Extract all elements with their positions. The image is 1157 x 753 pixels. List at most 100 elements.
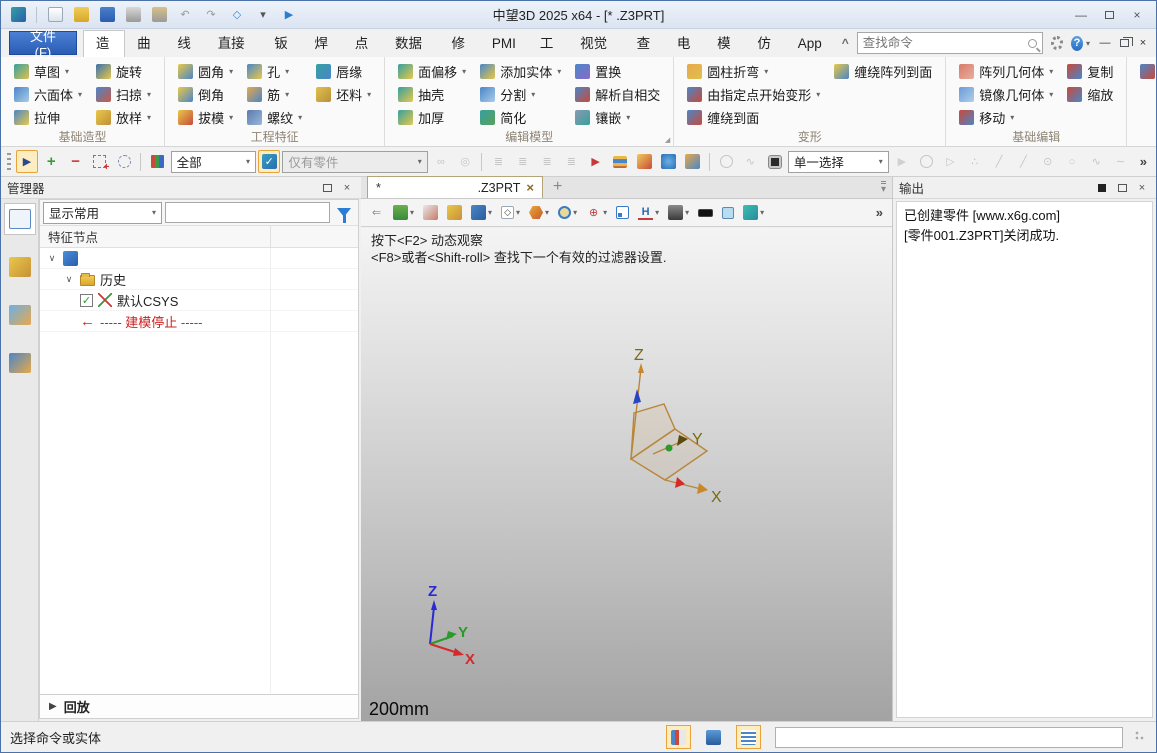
ribbon-button-face-offset[interactable]: 面偏移▾ <box>393 60 471 83</box>
monitor-display-icon[interactable]: ▾ <box>665 201 692 225</box>
monitor-icon[interactable] <box>701 725 726 749</box>
redo-icon[interactable]: ↷ <box>200 5 222 25</box>
entity-filter-combo[interactable]: 全部▾ <box>171 151 256 173</box>
popup-toolbar-icon[interactable] <box>666 725 691 749</box>
color-filter-icon[interactable] <box>146 150 168 173</box>
ribbon-button-wrap-to-face[interactable]: 缠绕到面 <box>682 106 825 129</box>
menu-tab-12[interactable]: 视觉样式 <box>568 31 625 57</box>
manager-close-button[interactable]: × <box>339 180 355 195</box>
dialog-launcher-icon[interactable]: ◢ <box>665 136 670 144</box>
ribbon-button-copy[interactable]: 复制 <box>1062 60 1118 83</box>
ribbon-button-scale[interactable]: 缩放 <box>1062 83 1118 106</box>
tab-list-icon[interactable]: ▾ <box>881 181 886 195</box>
surface-display-icon[interactable]: ▾ <box>740 201 767 225</box>
tree-search-input[interactable] <box>165 202 330 223</box>
csys-display-icon[interactable] <box>444 201 465 225</box>
zoom-display-icon[interactable]: ▾ <box>555 201 580 225</box>
app-logo-icon[interactable] <box>7 5 29 25</box>
ribbon-button-thread[interactable]: 螺纹▾ <box>242 106 307 129</box>
print-icon[interactable] <box>122 5 144 25</box>
tab-close-icon[interactable]: × <box>526 180 534 195</box>
display-filter-combo[interactable]: 显示常用 ▾ <box>43 202 162 224</box>
ribbon-button-add-shape[interactable]: 添加实体▾ <box>475 60 566 83</box>
filter-funnel-icon[interactable] <box>337 208 351 217</box>
menu-tab-9[interactable]: 修复 <box>440 31 480 57</box>
ribbon-button-deform-by-point[interactable]: 由指定点开始变形▾ <box>682 83 825 106</box>
background-color-icon[interactable] <box>695 201 716 225</box>
remove-selection-icon[interactable]: − <box>64 150 86 173</box>
doc-close-button[interactable]: × <box>1134 35 1152 51</box>
shaded-display-icon[interactable]: ▾ <box>468 201 495 225</box>
menu-tab-1[interactable]: 造型 <box>83 30 125 57</box>
menu-tab-16[interactable]: 仿真 <box>745 31 785 57</box>
menu-tab-5[interactable]: 钣金 <box>262 31 302 57</box>
command-search-box[interactable] <box>857 32 1043 54</box>
ribbon-button-sweep[interactable]: 扫掠▾ <box>91 83 156 106</box>
ribbon-button-emboss[interactable]: 镶嵌▾ <box>570 106 665 129</box>
multicolor-display-icon[interactable]: ▾ <box>526 201 552 225</box>
toolbar-grip[interactable] <box>7 153 11 171</box>
toolbar-overflow-icon[interactable]: » <box>1134 154 1153 169</box>
doc-restore-button[interactable] <box>1115 35 1133 51</box>
menu-tab-14[interactable]: 电极 <box>665 31 705 57</box>
layer-manager-icon[interactable]: ▾ <box>390 201 417 225</box>
collapse-ribbon-icon[interactable]: ^ <box>842 36 849 50</box>
undo-icon[interactable]: ↶ <box>174 5 196 25</box>
part-only-toggle-icon[interactable]: ✓ <box>258 150 280 173</box>
expander-icon[interactable]: ∨ <box>46 253 58 264</box>
output-pin-button[interactable] <box>1094 180 1110 195</box>
menu-tab-11[interactable]: 工具 <box>528 31 568 57</box>
qat-dropdown-icon[interactable]: ▾ <box>252 5 274 25</box>
ribbon-button-loft[interactable]: 放样▾ <box>91 106 156 129</box>
ribbon-button-datum-plane[interactable]: 基准面▾ <box>1135 60 1157 83</box>
menu-tab-13[interactable]: 查询 <box>625 31 665 57</box>
prompt-doc-icon[interactable] <box>736 725 761 749</box>
ribbon-button-move[interactable]: 移动▾ <box>954 106 1058 129</box>
menu-tab-10[interactable]: PMI <box>480 31 528 57</box>
menu-tab-15[interactable]: 模具 <box>705 31 745 57</box>
ribbon-button-resolve-self-intersection[interactable]: 解析自相交 <box>570 83 665 106</box>
ribbon-button-mirror-geometry[interactable]: 镜像几何体▾ <box>954 83 1058 106</box>
regen-icon[interactable]: ◇ <box>226 5 248 25</box>
selection-mode-combo[interactable]: 单一选择▾ <box>788 151 889 173</box>
document-tab[interactable]: * .Z3PRT × <box>367 176 543 198</box>
ribbon-button-wrap-pattern-to-face[interactable]: 缠绕阵列到面 <box>829 60 937 83</box>
file-browser-icon[interactable] <box>633 150 655 173</box>
doc-minimize-button[interactable]: — <box>1096 35 1114 51</box>
pick-last-icon[interactable]: ▶ <box>585 150 607 173</box>
ribbon-button-extrude[interactable]: 拉伸 <box>9 106 87 129</box>
new-tab-button[interactable]: + <box>553 178 562 196</box>
settings-gear-icon[interactable] <box>1051 36 1063 50</box>
layer-list-icon[interactable] <box>609 150 631 173</box>
ribbon-button-divide[interactable]: 分割▾ <box>475 83 566 106</box>
role-manager-icon[interactable] <box>4 347 36 379</box>
play-icon[interactable]: ▶ <box>278 5 300 25</box>
menu-tab-4[interactable]: 直接编辑 <box>206 31 263 57</box>
print-batch-icon[interactable] <box>148 5 170 25</box>
default-csys-triad[interactable]: Z Y X <box>601 342 771 517</box>
web-resource-icon[interactable] <box>657 150 679 173</box>
ribbon-button-cylindrical-bend[interactable]: 圆柱折弯▾ <box>682 60 825 83</box>
menu-tab-2[interactable]: 曲面 <box>125 31 165 57</box>
visual-manager-icon[interactable] <box>4 299 36 331</box>
tree-row[interactable]: ∨ <box>40 248 358 269</box>
history-manager-icon[interactable] <box>4 203 36 235</box>
minimize-button[interactable]: — <box>1068 6 1094 24</box>
ribbon-button-chamfer[interactable]: 倒角 <box>173 83 238 106</box>
solid-manager-icon[interactable] <box>4 251 36 283</box>
output-restore-button[interactable] <box>1114 180 1130 195</box>
manager-restore-button[interactable] <box>319 180 335 195</box>
help-dropdown-icon[interactable]: ▾ <box>1086 39 1090 48</box>
pick-filter-icon[interactable]: ▶ <box>16 150 38 173</box>
status-input[interactable] <box>775 727 1123 748</box>
tree-row[interactable]: ∨历史 <box>40 269 358 290</box>
lasso-icon[interactable] <box>113 150 135 173</box>
zoom-window-icon[interactable] <box>613 201 632 225</box>
tree-column-header[interactable]: 特征节点 <box>40 226 358 248</box>
help-icon[interactable]: ? <box>1071 36 1083 51</box>
exit-environment-icon[interactable]: ⇐ <box>366 201 387 225</box>
tree-row[interactable]: ←----- 建模停止 ----- <box>40 311 358 332</box>
open-folder-icon[interactable] <box>70 5 92 25</box>
ribbon-button-block[interactable]: 六面体▾ <box>9 83 87 106</box>
canvas-color-icon[interactable] <box>719 201 737 225</box>
